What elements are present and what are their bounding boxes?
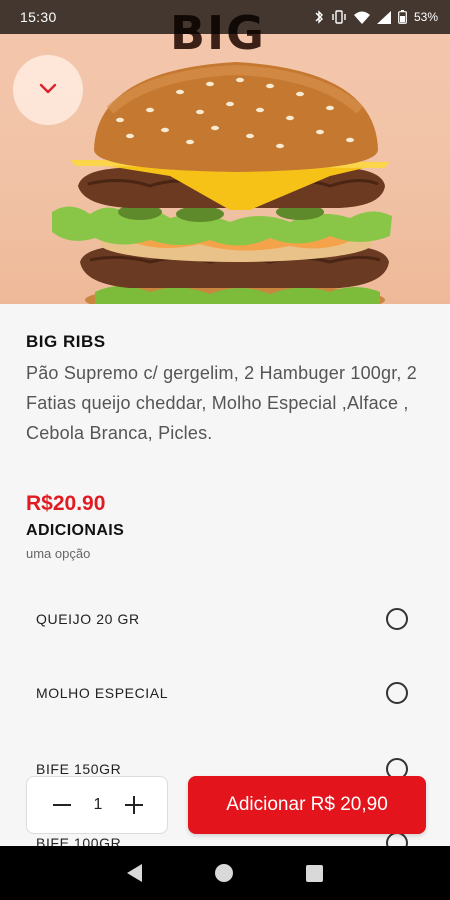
plus-icon[interactable] — [125, 796, 143, 814]
product-details: BIG RIBS Pão Supremo c/ gergelim, 2 Hamb… — [0, 304, 450, 854]
status-time: 15:30 — [20, 9, 57, 25]
additions-title: ADICIONAIS — [26, 522, 125, 539]
bluetooth-icon — [314, 10, 324, 24]
nav-back-icon[interactable] — [126, 864, 142, 882]
nav-recents-icon[interactable] — [306, 864, 324, 882]
quantity-stepper: 1 — [26, 776, 168, 834]
quantity-value: 1 — [93, 796, 103, 813]
vibrate-icon — [331, 10, 347, 24]
collapse-button[interactable] — [13, 55, 83, 125]
product-description: Pão Supremo c/ gergelim, 2 Hambuger 100g… — [26, 363, 418, 443]
option-label: MOLHO ESPECIAL — [36, 685, 169, 701]
battery-icon — [398, 10, 407, 24]
option-queijo[interactable]: QUEIJO 20 GR — [36, 604, 408, 634]
wifi-icon — [353, 11, 370, 24]
option-label: BIFE 150GR — [36, 761, 122, 777]
option-label: QUEIJO 20 GR — [36, 611, 140, 627]
status-bar: 15:30 53% — [0, 0, 450, 34]
option-molho[interactable]: MOLHO ESPECIAL — [36, 678, 408, 708]
burger-illustration — [52, 62, 392, 304]
additions-subtitle: uma opção — [26, 546, 91, 561]
add-to-cart-button[interactable]: Adicionar R$ 20,90 — [188, 776, 426, 834]
product-price: R$20.90 — [26, 492, 106, 515]
chevron-down-icon — [38, 81, 58, 99]
status-icons: 53% — [314, 10, 438, 24]
system-nav-bar — [0, 846, 450, 900]
product-image: BIG — [0, 0, 450, 304]
option-radio[interactable] — [386, 682, 408, 704]
option-radio[interactable] — [386, 608, 408, 630]
signal-icon — [376, 10, 391, 24]
product-title: BIG RIBS — [26, 332, 106, 351]
minus-icon[interactable] — [53, 804, 71, 806]
battery-level: 53% — [413, 10, 438, 24]
nav-home-icon[interactable] — [214, 864, 233, 882]
